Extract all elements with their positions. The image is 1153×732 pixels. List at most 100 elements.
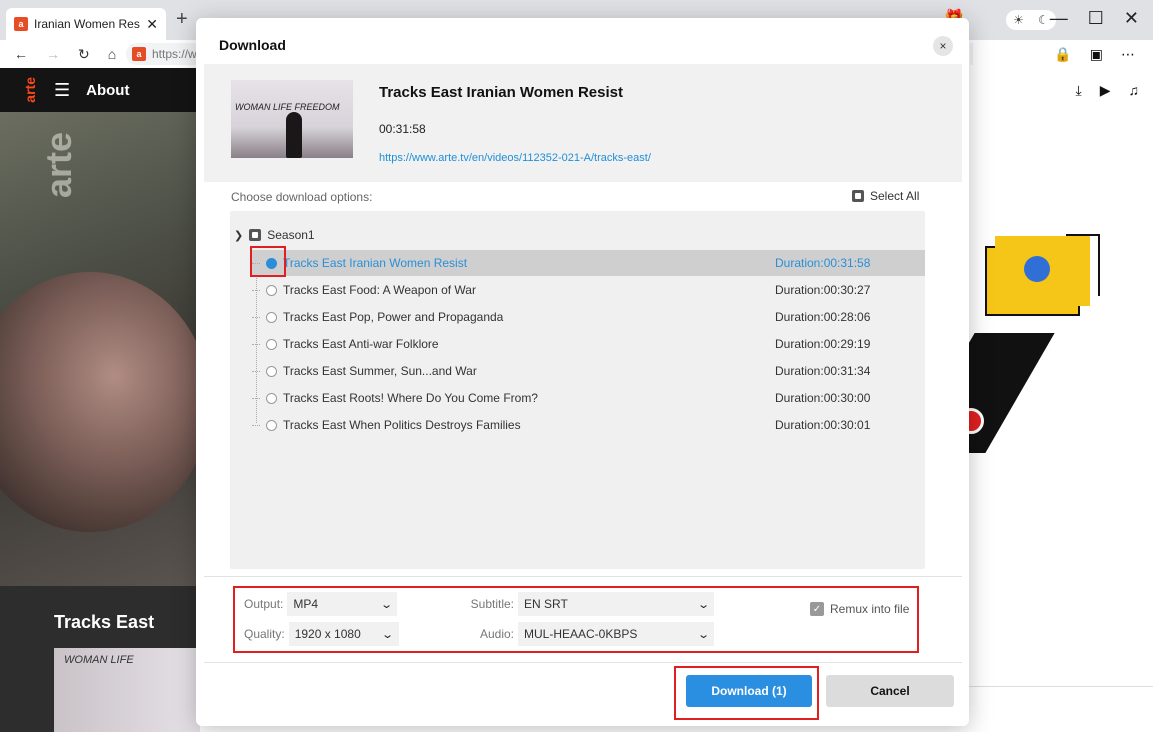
menu-icon[interactable]: ☰ bbox=[54, 80, 70, 101]
close-icon[interactable]: × bbox=[933, 36, 953, 56]
quality-setting: Quality: 1920 x 1080 ⌄ bbox=[244, 622, 399, 646]
home-icon[interactable]: ⌂ bbox=[108, 46, 116, 62]
reload-icon[interactable]: ↻ bbox=[78, 46, 90, 63]
chevron-down-icon: ⌄ bbox=[696, 598, 710, 611]
episode-row[interactable]: Tracks East Pop, Power and Propaganda Dur… bbox=[252, 304, 925, 330]
episode-name: Tracks East Roots! Where Do You Come Fro… bbox=[283, 391, 538, 405]
episode-radio[interactable] bbox=[266, 338, 277, 350]
show-panel: Tracks East WOMAN LIFE bbox=[0, 586, 200, 732]
tab-close-icon[interactable]: ✕ bbox=[146, 16, 158, 33]
hero-arte-watermark: arte bbox=[38, 132, 79, 199]
audio-value: MUL-HEAAC-0KBPS bbox=[524, 627, 638, 641]
tree-connector bbox=[252, 397, 260, 399]
episode-name: Tracks East Anti-war Folklore bbox=[283, 337, 439, 351]
hero-face-shape bbox=[0, 272, 200, 532]
moon-icon: ☾ bbox=[1038, 13, 1049, 27]
episode-row[interactable]: Tracks East Anti-war Folklore Duration:00… bbox=[252, 331, 925, 357]
episode-duration: Duration:00:30:27 bbox=[775, 283, 871, 297]
tree-connector bbox=[252, 370, 260, 372]
quality-value: 1920 x 1080 bbox=[294, 627, 361, 641]
subtitle-value: EN SRT bbox=[524, 597, 568, 611]
window-close-icon[interactable]: ✕ bbox=[1124, 8, 1139, 29]
thumbnail-figure bbox=[286, 112, 302, 158]
check-icon: ✓ bbox=[810, 602, 824, 616]
decor-line bbox=[1066, 234, 1100, 236]
episode-duration: Duration:00:29:19 bbox=[775, 337, 871, 351]
output-setting: Output: MP4 ⌄ bbox=[244, 592, 398, 616]
theme-toggle[interactable]: ☀ ☾ bbox=[1006, 10, 1056, 30]
maximize-icon[interactable]: ☐ bbox=[1088, 8, 1104, 29]
browser-toolbar-right: 🔒 ▣ ⋯ bbox=[973, 40, 1153, 68]
select-all-checkbox[interactable]: Select All bbox=[852, 189, 919, 203]
download-icon[interactable]: ⤓ bbox=[1076, 82, 1082, 99]
decor-line-vertical bbox=[1098, 236, 1100, 296]
back-icon[interactable]: ← bbox=[14, 46, 28, 62]
video-duration: 00:31:58 bbox=[379, 122, 426, 136]
quality-select[interactable]: 1920 x 1080 ⌄ bbox=[288, 622, 399, 646]
download-button[interactable]: Download (1) bbox=[686, 675, 812, 707]
season-label: Season1 bbox=[267, 228, 315, 242]
episode-duration: Duration:00:31:58 bbox=[775, 256, 871, 270]
remux-checkbox[interactable]: ✓ Remux into file bbox=[810, 602, 909, 616]
chevron-down-icon: ⌄ bbox=[380, 598, 394, 611]
output-label: Output: bbox=[244, 597, 284, 611]
episode-name: Tracks East When Politics Destroys Famil… bbox=[283, 418, 521, 432]
page-tools: ⤓ ▶ ♫ bbox=[1076, 82, 1139, 99]
video-icon[interactable]: ▶ bbox=[1100, 82, 1111, 99]
forward-icon[interactable]: → bbox=[46, 46, 60, 62]
episode-radio[interactable] bbox=[266, 284, 277, 296]
thumbnail-text: WOMAN LIFE FREEDOM bbox=[235, 102, 340, 112]
hero-image: arte bbox=[0, 112, 200, 586]
about-link[interactable]: About bbox=[86, 82, 129, 99]
dialog-title: Download bbox=[219, 37, 286, 53]
audio-icon[interactable]: ♫ bbox=[1129, 82, 1140, 99]
episode-duration: Duration:00:30:01 bbox=[775, 418, 871, 432]
tree-connector bbox=[252, 424, 260, 426]
subtitle-label: Subtitle: bbox=[470, 597, 514, 611]
page-footer-strip bbox=[966, 686, 1153, 732]
lock-extension-icon[interactable]: 🔒 bbox=[1054, 46, 1071, 63]
audio-label: Audio: bbox=[479, 627, 514, 641]
episode-row[interactable]: Tracks East Iranian Women Resist Duration… bbox=[252, 250, 925, 276]
output-select[interactable]: MP4 ⌄ bbox=[287, 592, 398, 616]
show-title: Tracks East bbox=[54, 612, 155, 632]
remux-label: Remux into file bbox=[830, 602, 910, 616]
episode-name: Tracks East Food: A Weapon of War bbox=[283, 283, 476, 297]
episode-row[interactable]: Tracks East Summer, Sun...and War Duratio… bbox=[252, 358, 925, 384]
new-tab-icon[interactable]: + bbox=[176, 8, 188, 31]
minimize-icon[interactable]: — bbox=[1050, 8, 1068, 29]
show-thumbnail[interactable]: WOMAN LIFE bbox=[54, 648, 200, 732]
window-controls: — ☐ ✕ bbox=[1050, 8, 1139, 29]
tree-connector bbox=[252, 289, 260, 291]
episode-row[interactable]: Tracks East When Politics Destroys Famil… bbox=[252, 412, 925, 438]
sun-icon: ☀ bbox=[1013, 13, 1024, 27]
extension-icon[interactable]: ▣ bbox=[1090, 46, 1103, 63]
episode-row[interactable]: Tracks East Roots! Where Do You Come Fro… bbox=[252, 385, 925, 411]
audio-setting: Audio: MUL-HEAAC-0KBPS ⌄ bbox=[466, 622, 714, 646]
more-menu-icon[interactable]: ⋯ bbox=[1121, 46, 1135, 63]
arte-favicon-icon: a bbox=[14, 17, 28, 31]
video-url[interactable]: https://www.arte.tv/en/videos/112352-021… bbox=[379, 152, 651, 164]
episode-radio[interactable] bbox=[266, 392, 277, 404]
download-dialog: Download × WOMAN LIFE FREEDOM Tracks Eas… bbox=[196, 18, 969, 726]
season-node[interactable]: ❯ Season1 bbox=[234, 228, 315, 242]
episode-radio[interactable] bbox=[266, 419, 277, 431]
chevron-down-icon[interactable]: ❯ bbox=[234, 229, 243, 242]
chevron-down-icon: ⌄ bbox=[381, 628, 395, 641]
episode-row[interactable]: Tracks East Food: A Weapon of War Duratio… bbox=[252, 277, 925, 303]
episode-name: Tracks East Summer, Sun...and War bbox=[283, 364, 477, 378]
video-info-panel: WOMAN LIFE FREEDOM Tracks East Iranian W… bbox=[204, 64, 962, 182]
season-checkbox-icon[interactable] bbox=[249, 229, 262, 241]
subtitle-select[interactable]: EN SRT ⌄ bbox=[518, 592, 714, 616]
cancel-button[interactable]: Cancel bbox=[826, 675, 954, 707]
browser-tab[interactable]: a Iranian Women Resist ✕ bbox=[6, 8, 166, 40]
audio-select[interactable]: MUL-HEAAC-0KBPS ⌄ bbox=[518, 622, 714, 646]
divider bbox=[204, 576, 962, 577]
episode-radio[interactable] bbox=[266, 365, 277, 377]
episode-name: Tracks East Pop, Power and Propaganda bbox=[283, 310, 504, 324]
episode-duration: Duration:00:30:00 bbox=[775, 391, 871, 405]
arte-logo[interactable]: arte bbox=[22, 77, 38, 103]
options-label: Choose download options: bbox=[231, 190, 373, 204]
episode-radio[interactable] bbox=[266, 311, 277, 323]
subtitle-setting: Subtitle: EN SRT ⌄ bbox=[466, 592, 714, 616]
